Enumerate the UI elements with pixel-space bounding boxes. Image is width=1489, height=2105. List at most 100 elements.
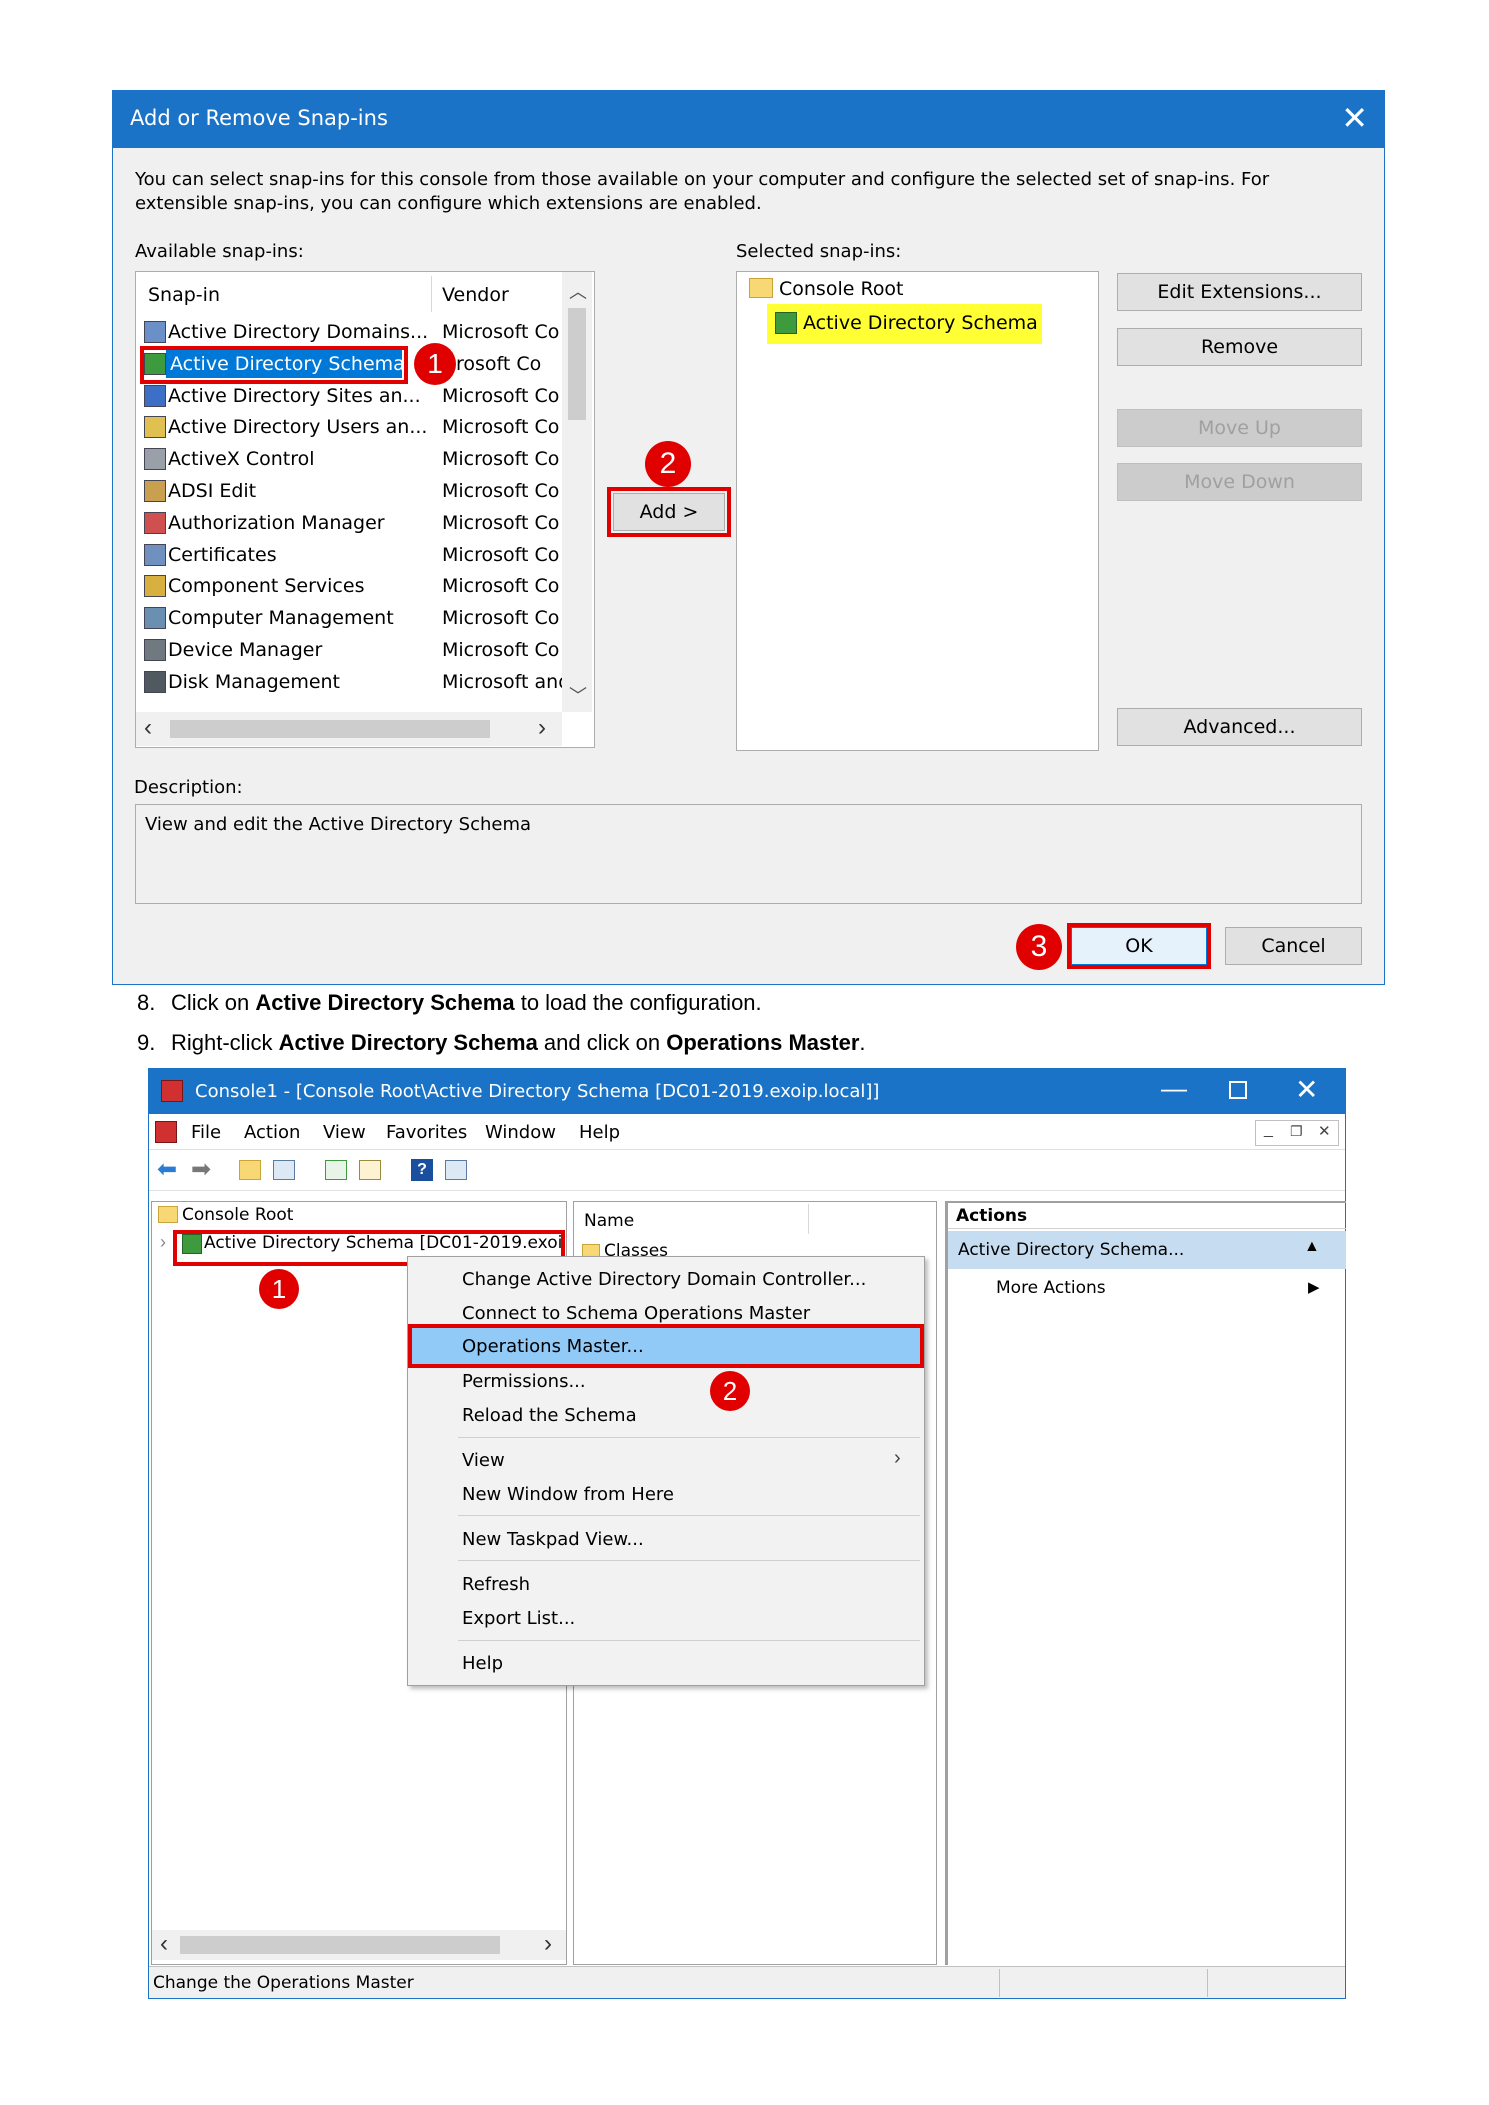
snapin-dialog: Add or Remove Snap-ins ✕ You can select … [112, 90, 1385, 985]
menu-reload-schema[interactable]: Reload the Schema [462, 1401, 637, 1431]
actions-pane: Actions Active Directory Schema... ▲ Mor… [945, 1201, 1346, 1965]
column-header-vendor[interactable]: Vendor [442, 284, 509, 306]
minimize-icon[interactable]: — [1161, 1073, 1187, 1104]
scroll-right-icon[interactable]: › [538, 714, 546, 742]
step-9: 9. Right-click Active Directory Schema an… [137, 1030, 866, 1055]
snapin-row[interactable]: Authorization Manager Microsoft Co [136, 508, 562, 538]
menu-export-list[interactable]: Export List... [462, 1604, 575, 1634]
snapin-vendor: Microsoft Co [442, 511, 560, 534]
close-icon[interactable]: ✕ [1341, 99, 1368, 137]
scroll-down-icon[interactable]: ﹀ [569, 682, 587, 708]
snapin-row[interactable]: Component Services Microsoft Co [136, 571, 562, 601]
schema-icon [775, 312, 797, 334]
mdi-controls: _ ❐ ✕ [1255, 1120, 1339, 1146]
list-header-name[interactable]: Name [584, 1211, 634, 1231]
remove-button[interactable]: Remove [1117, 328, 1362, 366]
horizontal-scroll-thumb[interactable] [170, 720, 490, 738]
annotation-badge-2: 2 [710, 1371, 750, 1411]
close-icon[interactable]: ✕ [1295, 1073, 1318, 1106]
tree-horizontal-scrollbar[interactable]: ‹ › [152, 1930, 566, 1960]
menu-new-window[interactable]: New Window from Here [462, 1480, 674, 1510]
selected-snapins-list[interactable]: Console Root Active Directory Schema [736, 271, 1099, 751]
snapin-icon [144, 575, 166, 598]
menu-view[interactable]: View [323, 1122, 366, 1143]
menu-help[interactable]: Help [462, 1649, 503, 1679]
menu-window[interactable]: Window [485, 1122, 556, 1143]
menu-permissions[interactable]: Permissions... [462, 1367, 586, 1397]
vertical-scrollbar[interactable]: ︿ ﹀ [562, 272, 592, 712]
annotation-box-add [607, 487, 731, 537]
snapin-row[interactable]: Device Manager Microsoft Co [136, 635, 562, 665]
selected-console-root[interactable]: Console Root [779, 278, 904, 300]
annotation-badge-1: 1 [414, 342, 456, 385]
snapin-row[interactable]: Disk Management Microsoft and [136, 667, 570, 697]
up-folder-icon[interactable] [239, 1160, 261, 1180]
status-divider-2 [1207, 1969, 1208, 1997]
snapin-icon [144, 321, 166, 343]
snapin-icon [144, 416, 166, 439]
back-icon[interactable]: ⬅ [157, 1155, 177, 1184]
menu-action[interactable]: Action [244, 1122, 300, 1143]
actions-group-header[interactable]: Active Directory Schema... ▲ [948, 1231, 1346, 1269]
status-divider-1 [999, 1969, 1000, 1997]
cancel-button[interactable]: Cancel [1225, 927, 1362, 965]
annotation-box-ok [1067, 923, 1211, 969]
menu-view[interactable]: View [462, 1446, 505, 1476]
snapin-vendor: Microsoft Co [442, 384, 560, 407]
selected-schema-highlight[interactable]: Active Directory Schema [767, 304, 1042, 344]
console-menubar: File Action View Favorites Window Help _… [149, 1114, 1345, 1150]
snapin-icon [144, 639, 166, 661]
column-header-snapin[interactable]: Snap-in [148, 284, 220, 306]
menu-favorites[interactable]: Favorites [386, 1122, 467, 1143]
console-title: Console1 - [Console Root\Active Director… [195, 1081, 880, 1102]
help-icon[interactable]: ? [411, 1159, 433, 1181]
move-up-button[interactable]: Move Up [1117, 409, 1362, 447]
description-label: Description: [134, 777, 243, 798]
advanced-button[interactable]: Advanced... [1117, 708, 1362, 746]
collapse-up-icon[interactable]: ▲ [1304, 1238, 1320, 1256]
tree-scroll-thumb[interactable] [180, 1936, 500, 1954]
move-down-button[interactable]: Move Down [1117, 463, 1362, 501]
snapin-row[interactable]: Computer Management Microsoft Co [136, 603, 562, 633]
menu-help[interactable]: Help [579, 1122, 620, 1143]
menu-change-domain-controller[interactable]: Change Active Directory Domain Controlle… [462, 1265, 866, 1295]
mdi-close-icon[interactable]: ✕ [1318, 1122, 1331, 1140]
actions-header-label: Actions [956, 1206, 1028, 1226]
mdi-minimize-icon[interactable]: _ [1264, 1121, 1273, 1139]
menu-file[interactable]: File [191, 1122, 221, 1143]
console-window: Console1 - [Console Root\Active Director… [148, 1068, 1346, 1999]
available-snapins-list[interactable]: Snap-in Vendor Active Directory Domains.… [135, 271, 595, 748]
snapin-row[interactable]: Active Directory Domains... Microsoft Co [136, 317, 562, 347]
horizontal-scrollbar[interactable]: ‹ › [136, 712, 562, 746]
snapin-row[interactable]: Certificates Microsoft Co [136, 540, 562, 570]
forward-icon[interactable]: ➡ [191, 1155, 211, 1184]
maximize-icon[interactable] [1229, 1081, 1247, 1099]
dialog-titlebar[interactable]: Add or Remove Snap-ins ✕ [113, 91, 1384, 148]
scroll-up-icon[interactable]: ︿ [569, 278, 587, 304]
vertical-scroll-thumb[interactable] [568, 308, 586, 420]
menu-refresh[interactable]: Refresh [462, 1570, 530, 1600]
tree-console-root[interactable]: Console Root [182, 1205, 293, 1225]
snapin-row[interactable]: Active Directory Sites an... Microsoft Co [136, 381, 562, 411]
scroll-left-icon[interactable]: ‹ [160, 1930, 168, 1958]
more-actions[interactable]: More Actions [996, 1278, 1106, 1298]
edit-extensions-button[interactable]: Edit Extensions... [1117, 273, 1362, 311]
scroll-left-icon[interactable]: ‹ [144, 714, 152, 742]
console-titlebar[interactable]: Console1 - [Console Root\Active Director… [149, 1069, 1345, 1114]
menu-new-taskpad-view[interactable]: New Taskpad View... [462, 1525, 644, 1555]
snapin-row[interactable]: ADSI Edit Microsoft Co [136, 476, 562, 506]
mdi-restore-icon[interactable]: ❐ [1290, 1123, 1303, 1140]
tree-expand-icon[interactable]: › [160, 1232, 166, 1253]
export-icon[interactable] [359, 1160, 381, 1180]
snapin-icon [144, 607, 166, 630]
snapin-row[interactable]: Active Directory Users an... Microsoft Co [136, 412, 562, 442]
refresh-icon[interactable] [325, 1160, 347, 1180]
snapin-name: Active Directory Domains... [168, 321, 429, 343]
show-tree-icon[interactable] [273, 1160, 295, 1180]
scroll-right-icon[interactable]: › [544, 1930, 552, 1958]
snapin-row[interactable]: ActiveX Control Microsoft Co [136, 444, 562, 474]
selected-label: Selected snap-ins: [736, 241, 902, 262]
snapin-name: ADSI Edit [168, 480, 257, 502]
annotation-badge-2: 2 [645, 441, 691, 487]
action-pane-icon[interactable] [445, 1160, 467, 1180]
